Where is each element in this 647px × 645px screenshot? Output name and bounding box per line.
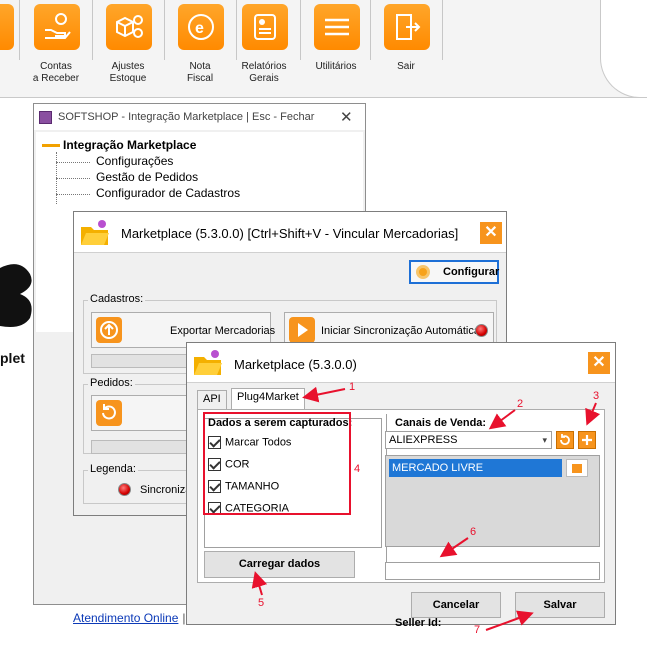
annotation-3: 3 xyxy=(593,390,600,402)
annotation-5: 5 xyxy=(258,597,265,609)
annotation-1: 1 xyxy=(349,381,356,393)
arrow-5 xyxy=(251,571,268,596)
annotation-arrows xyxy=(251,386,601,631)
arrow-1 xyxy=(302,386,346,403)
annotation-2: 2 xyxy=(517,398,524,410)
arrow-3 xyxy=(585,402,601,426)
arrow-7 xyxy=(485,610,534,631)
arrow-2 xyxy=(488,409,516,430)
annotation-6: 6 xyxy=(470,526,477,538)
arrow-6 xyxy=(439,537,469,558)
annotation-4: 4 xyxy=(354,463,361,475)
annotation-7: 7 xyxy=(474,624,481,636)
